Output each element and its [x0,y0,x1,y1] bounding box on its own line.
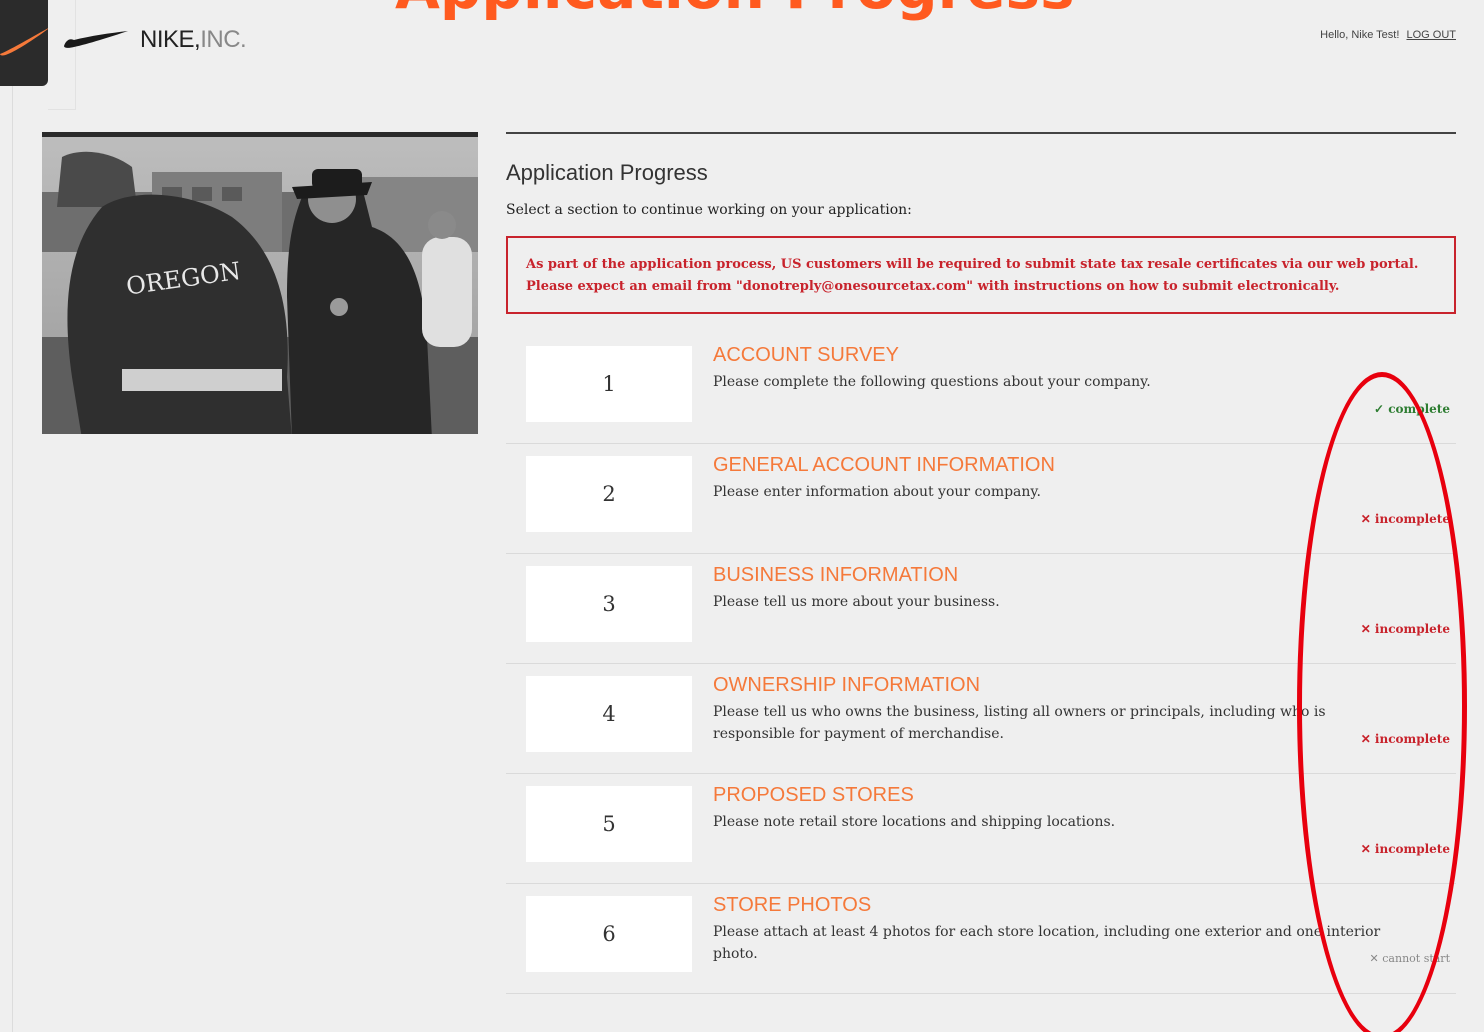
section-description: Please tell us more about your business. [713,594,1000,610]
section-title[interactable]: BUSINESS INFORMATION [713,564,1403,587]
page-title: Application Progress [506,160,708,185]
section-row[interactable]: 5 PROPOSED STORES Please note retail sto… [506,774,1456,884]
greeting: Hello, Nike Test! [1320,29,1400,41]
section-list: 1 ACCOUNT SURVEY Please complete the fol… [506,334,1456,994]
status-badge: ✕ cannot start [1369,952,1450,965]
section-number[interactable]: 2 [526,456,692,532]
section-title[interactable]: OWNERSHIP INFORMATION [713,674,1403,697]
status-badge: ✕ incomplete [1360,512,1450,526]
section-row[interactable]: 3 BUSINESS INFORMATION Please tell us mo… [506,554,1456,664]
section-title[interactable]: PROPOSED STORES [713,784,1403,807]
brand-logo[interactable]: NIKE,INC. [62,26,247,54]
section-title[interactable]: ACCOUNT SURVEY [713,344,1403,367]
section-number[interactable]: 3 [526,566,692,642]
section-number[interactable]: 1 [526,346,692,422]
top-rule [506,132,1456,134]
section-number[interactable]: 6 [526,896,692,972]
section-description: Please complete the following questions … [713,374,1151,390]
status-badge: ✕ incomplete [1360,622,1450,636]
status-badge: ✕ incomplete [1360,842,1450,856]
section-description: Please note retail store locations and s… [713,814,1116,830]
section-row[interactable]: 6 STORE PHOTOS Please attach at least 4 … [506,884,1456,994]
user-area: Hello, Nike Test! LOG OUT [1320,29,1456,41]
status-badge: ✓ complete [1373,402,1450,416]
logout-link[interactable]: LOG OUT [1406,29,1456,41]
tax-alert: As part of the application process, US c… [506,236,1456,314]
section-number[interactable]: 4 [526,676,692,752]
hero-image: OREGON [42,137,478,434]
hero-photo: OREGON [42,132,478,434]
section-description: Please tell us who owns the business, li… [713,704,1326,742]
section-description: Please enter information about your comp… [713,484,1041,500]
swoosh-icon [0,28,48,56]
header-divider [48,0,76,110]
status-badge: ✕ incomplete [1360,732,1450,746]
section-number[interactable]: 5 [526,786,692,862]
corner-logo [0,0,48,86]
section-row[interactable]: 4 OWNERSHIP INFORMATION Please tell us w… [506,664,1456,774]
brand-name: NIKE,INC. [140,26,247,53]
section-title[interactable]: STORE PHOTOS [713,894,1403,917]
section-description: Please attach at least 4 photos for each… [713,924,1381,962]
section-title[interactable]: GENERAL ACCOUNT INFORMATION [713,454,1403,477]
nike-swoosh-icon [64,31,128,48]
instructions-text: Select a section to continue working on … [506,202,912,218]
section-row[interactable]: 2 GENERAL ACCOUNT INFORMATION Please ent… [506,444,1456,554]
section-row[interactable]: 1 ACCOUNT SURVEY Please complete the fol… [506,334,1456,444]
left-rule [12,86,13,1032]
overlay-title: Application Progress [395,0,1075,22]
main-content: Application Progress Select a section to… [506,132,1456,994]
